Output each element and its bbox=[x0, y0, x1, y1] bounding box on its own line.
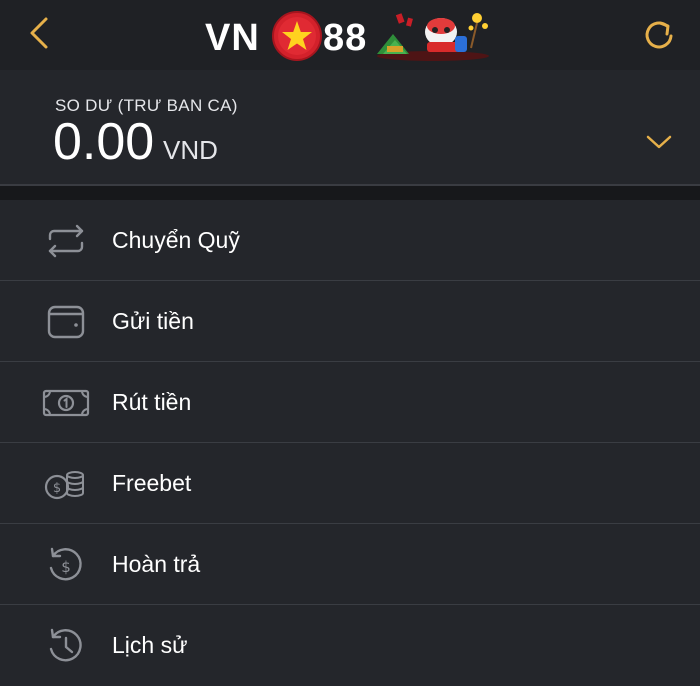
logo-text-right: 88 bbox=[323, 17, 368, 59]
menu-item-deposit[interactable]: Gửi tiền bbox=[0, 281, 700, 362]
balance-expand-button[interactable] bbox=[645, 132, 673, 152]
menu-item-withdraw[interactable]: Rút tiền bbox=[0, 362, 700, 443]
chevron-left-icon bbox=[30, 17, 48, 49]
menu-item-freebet[interactable]: $ Freebet bbox=[0, 443, 700, 524]
transfer-icon bbox=[48, 224, 84, 258]
lion-dance-mascot-icon bbox=[377, 13, 489, 61]
menu-item-rebate[interactable]: $ Hoàn trả bbox=[0, 524, 700, 605]
back-button[interactable] bbox=[22, 14, 62, 54]
balance-panel: SO DƯ (TRƯ BAN CA) 0.00 VND bbox=[0, 70, 700, 184]
menu-item-label: Rút tiền bbox=[112, 389, 192, 415]
menu-item-label: Gửi tiền bbox=[112, 308, 194, 334]
banknote-icon bbox=[42, 389, 90, 417]
star-badge-icon bbox=[272, 11, 322, 61]
balance-currency: VND bbox=[163, 135, 218, 165]
menu-item-transfer[interactable]: Chuyển Quỹ bbox=[0, 200, 700, 281]
menu-item-label: Hoàn trả bbox=[112, 551, 201, 577]
section-divider bbox=[0, 184, 700, 200]
balance-amount: 0.00 bbox=[53, 113, 155, 171]
refresh-icon bbox=[645, 21, 673, 49]
history-icon bbox=[49, 628, 82, 662]
svg-text:$: $ bbox=[61, 558, 71, 576]
menu-item-label: Lịch sử bbox=[112, 632, 188, 658]
chevron-down-icon bbox=[646, 135, 672, 149]
refund-icon: $ bbox=[49, 547, 82, 581]
coins-icon: $ bbox=[44, 471, 84, 500]
menu-item-history[interactable]: Lịch sử bbox=[0, 605, 700, 686]
refresh-button[interactable] bbox=[638, 14, 680, 56]
wallet-icon bbox=[47, 305, 85, 339]
menu-item-label: Freebet bbox=[112, 470, 192, 496]
account-menu: Chuyển Quỹ Gửi tiền Rút tiền $ Freebet $… bbox=[0, 200, 700, 686]
svg-text:$: $ bbox=[53, 481, 61, 496]
brand-logo: VN 88 bbox=[205, 8, 505, 62]
logo-text-left: VN bbox=[205, 17, 260, 59]
top-bar: VN 88 bbox=[0, 0, 700, 70]
menu-item-label: Chuyển Quỹ bbox=[112, 227, 240, 253]
